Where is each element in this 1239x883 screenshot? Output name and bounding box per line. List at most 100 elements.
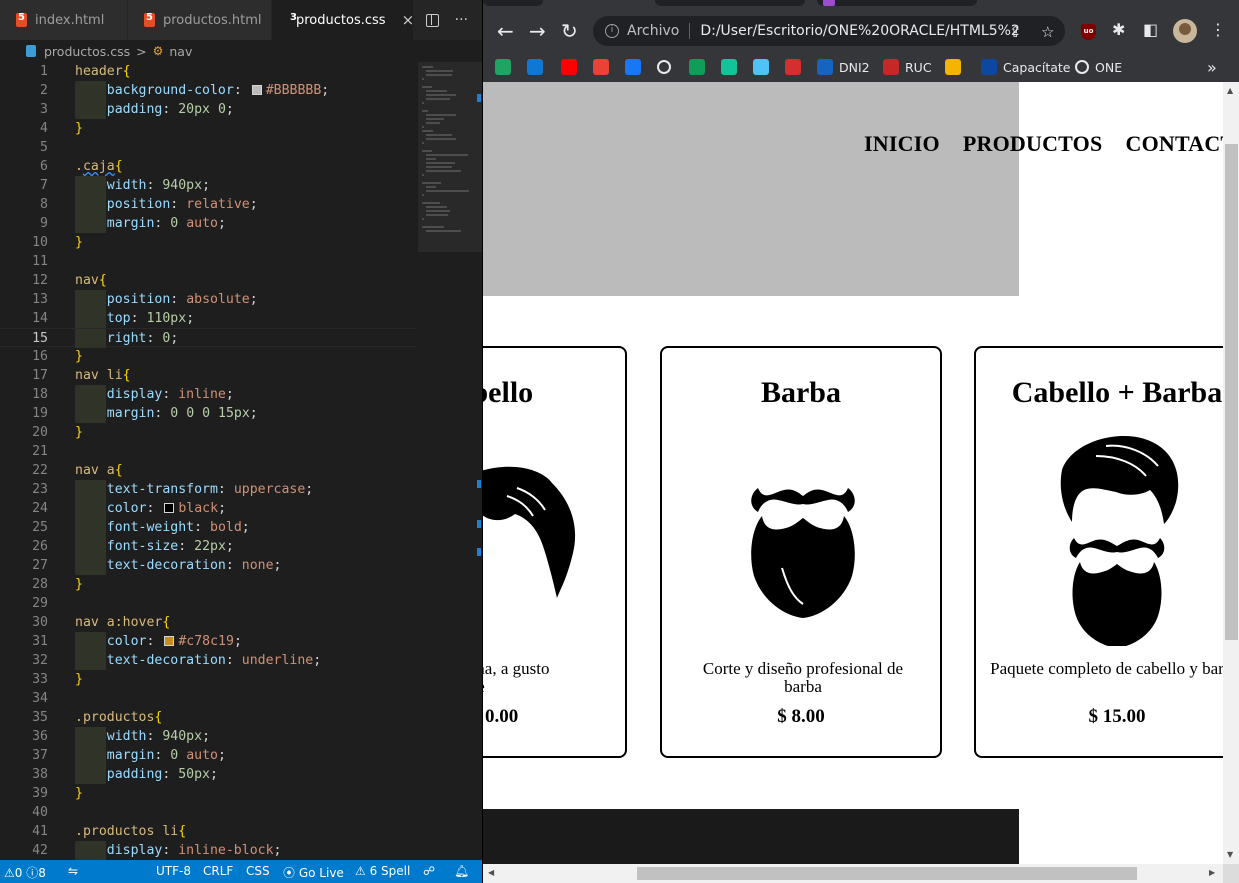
code-line[interactable]: 3 padding: 20px 0; [0, 100, 416, 119]
browser-tab[interactable] [483, 0, 543, 6]
code-line[interactable]: 31 color: #c78c19; [0, 632, 416, 651]
code-line[interactable]: 32 text-decoration: underline; [0, 651, 416, 670]
code-line[interactable]: 27 text-decoration: none; [0, 556, 416, 575]
scrollbar-thumb[interactable] [637, 867, 1137, 880]
tab-productos-css[interactable]: productos.css × [272, 0, 414, 40]
reload-icon[interactable]: ↻ [561, 20, 578, 42]
code-line[interactable]: 7 width: 940px; [0, 176, 416, 195]
back-arrow-icon[interactable]: ← [497, 20, 514, 42]
bookmark-gmail[interactable] [593, 57, 609, 77]
code-line[interactable]: 6 .caja{ [0, 157, 416, 176]
code-line[interactable]: 37 margin: 0 auto; [0, 746, 416, 765]
scrollbar-thumb[interactable] [1225, 144, 1238, 640]
problems-indicator[interactable]: ⚠0 ⓘ8 [4, 864, 46, 881]
code-line[interactable]: 20} [0, 423, 416, 442]
code-line[interactable]: 19 margin: 0 0 0 15px; [0, 404, 416, 423]
bookmark-star-icon[interactable]: ☆ [1041, 23, 1054, 41]
close-tab-icon[interactable]: × [402, 11, 415, 29]
code-line[interactable]: 13 position: absolute; [0, 290, 416, 309]
code-line[interactable]: 18 display: inline; [0, 385, 416, 404]
side-panel-icon[interactable]: ◧ [1143, 20, 1158, 39]
scroll-left-arrow-icon[interactable]: ◀ [488, 868, 494, 877]
scroll-right-arrow-icon[interactable]: ▶ [1209, 868, 1215, 877]
minimap[interactable] [420, 62, 478, 242]
code-line[interactable]: 2 background-color: #BBBBBB; [0, 81, 416, 100]
code-line[interactable]: 38 padding: 50px; [0, 765, 416, 784]
bookmark-mountain[interactable] [753, 57, 769, 77]
extensions-puzzle-icon[interactable]: ✱ [1112, 20, 1125, 39]
nav-link-productos[interactable]: Productos [963, 131, 1103, 156]
vertical-scrollbar[interactable]: ▲ ▼ [1223, 82, 1239, 864]
browser-tab[interactable] [655, 0, 805, 6]
code-line[interactable]: 14 top: 110px; [0, 309, 416, 328]
eol-status[interactable]: CRLF [203, 864, 233, 878]
bookmark-pencil[interactable] [945, 57, 961, 77]
code-line[interactable]: 41 .productos li{ [0, 822, 416, 841]
code-line[interactable]: 25 font-weight: bold; [0, 518, 416, 537]
breadcrumb-file[interactable]: productos.css [44, 44, 130, 59]
code-line[interactable]: 33} [0, 670, 416, 689]
bookmark-grammarly[interactable] [721, 57, 737, 77]
chrome-menu-icon[interactable]: ⋮ [1210, 20, 1226, 39]
forward-arrow-icon[interactable]: → [529, 20, 546, 42]
feedback-icon[interactable]: ☍ [423, 864, 435, 878]
profile-avatar[interactable] [1173, 19, 1197, 43]
code-line[interactable]: 24 color: black; [0, 499, 416, 518]
code-line[interactable]: 29 [0, 594, 416, 613]
remote-icon[interactable]: ⇋ [68, 864, 78, 878]
code-line[interactable]: 16} [0, 347, 416, 366]
share-icon[interactable]: ⇪ [1009, 23, 1022, 41]
code-line[interactable]: 36 width: 940px; [0, 727, 416, 746]
code-line[interactable]: 12 nav{ [0, 271, 416, 290]
bookmark-globe[interactable] [657, 57, 671, 77]
code-line[interactable]: 11 [0, 252, 416, 271]
bookmark-drive[interactable] [495, 57, 511, 77]
notifications-bell-icon[interactable]: 🔔︎ [454, 864, 469, 878]
code-line[interactable]: 23 text-transform: uppercase; [0, 480, 416, 499]
bookmark-red-app[interactable] [785, 57, 801, 77]
code-line[interactable]: 21 [0, 442, 416, 461]
ublock-extension-icon[interactable]: uo [1081, 24, 1096, 40]
more-bookmarks-icon[interactable]: » [1207, 57, 1217, 77]
code-line[interactable]: 39} [0, 784, 416, 803]
bookmark-youtube[interactable] [561, 57, 577, 77]
address-bar[interactable]: i Archivo D:/User/Escritorio/ONE%20ORACL… [593, 16, 1065, 46]
bookmark-alura[interactable]: ONE [1075, 57, 1122, 77]
bookmark-facebook[interactable] [625, 57, 641, 77]
code-line[interactable]: 1 header{ [0, 62, 416, 81]
code-line[interactable]: 15 right: 0; [0, 328, 416, 348]
code-line[interactable]: 26 font-size: 22px; [0, 537, 416, 556]
nav-link-inicio[interactable]: Inicio [864, 131, 940, 156]
code-line[interactable]: 22 nav a{ [0, 461, 416, 480]
bookmark-capacitate[interactable]: Capacítate [981, 57, 1070, 77]
go-live-button[interactable]: ⦿ Go Live [283, 864, 344, 881]
split-editor-icon[interactable] [425, 14, 439, 27]
code-line[interactable]: 5 [0, 138, 416, 157]
breadcrumb-symbol[interactable]: nav [169, 44, 192, 59]
code-line[interactable]: 8 position: relative; [0, 195, 416, 214]
code-line[interactable]: 28} [0, 575, 416, 594]
browser-tab[interactable] [817, 0, 977, 6]
tab-productos-html[interactable]: productos.html [128, 0, 272, 40]
spell-status[interactable]: ⚠ 6 Spell [355, 864, 410, 878]
code-line[interactable]: 42 display: inline-block; [0, 841, 416, 860]
code-editor[interactable]: 1 header{2 background-color: #BBBBBB; 3 pa… [0, 62, 482, 860]
site-info-icon[interactable]: i [605, 24, 619, 38]
code-line[interactable]: 17 nav li{ [0, 366, 416, 385]
bookmark-ruc[interactable]: RUC [883, 57, 932, 77]
url-text[interactable]: D:/User/Escritorio/ONE%20ORACLE/HTML5%20… [700, 23, 1020, 39]
encoding-status[interactable]: UTF-8 [156, 864, 191, 878]
scroll-down-arrow-icon[interactable]: ▼ [1227, 850, 1233, 859]
code-line[interactable]: 34 [0, 689, 416, 708]
bookmark-dni[interactable]: DNI2 [817, 57, 870, 77]
nav-link-contacto[interactable]: Contacto [1126, 131, 1224, 156]
code-line[interactable]: 35 .productos{ [0, 708, 416, 727]
more-actions-icon[interactable]: ··· [455, 12, 468, 28]
horizontal-scrollbar[interactable]: ◀ ▶ [483, 864, 1223, 883]
scroll-up-arrow-icon[interactable]: ▲ [1227, 86, 1233, 95]
language-status[interactable]: CSS [246, 864, 270, 878]
tab-index-html[interactable]: index.html [0, 0, 128, 40]
code-line[interactable]: 9 margin: 0 auto; [0, 214, 416, 233]
code-line[interactable]: 30 nav a:hover{ [0, 613, 416, 632]
code-line[interactable]: 4} [0, 119, 416, 138]
